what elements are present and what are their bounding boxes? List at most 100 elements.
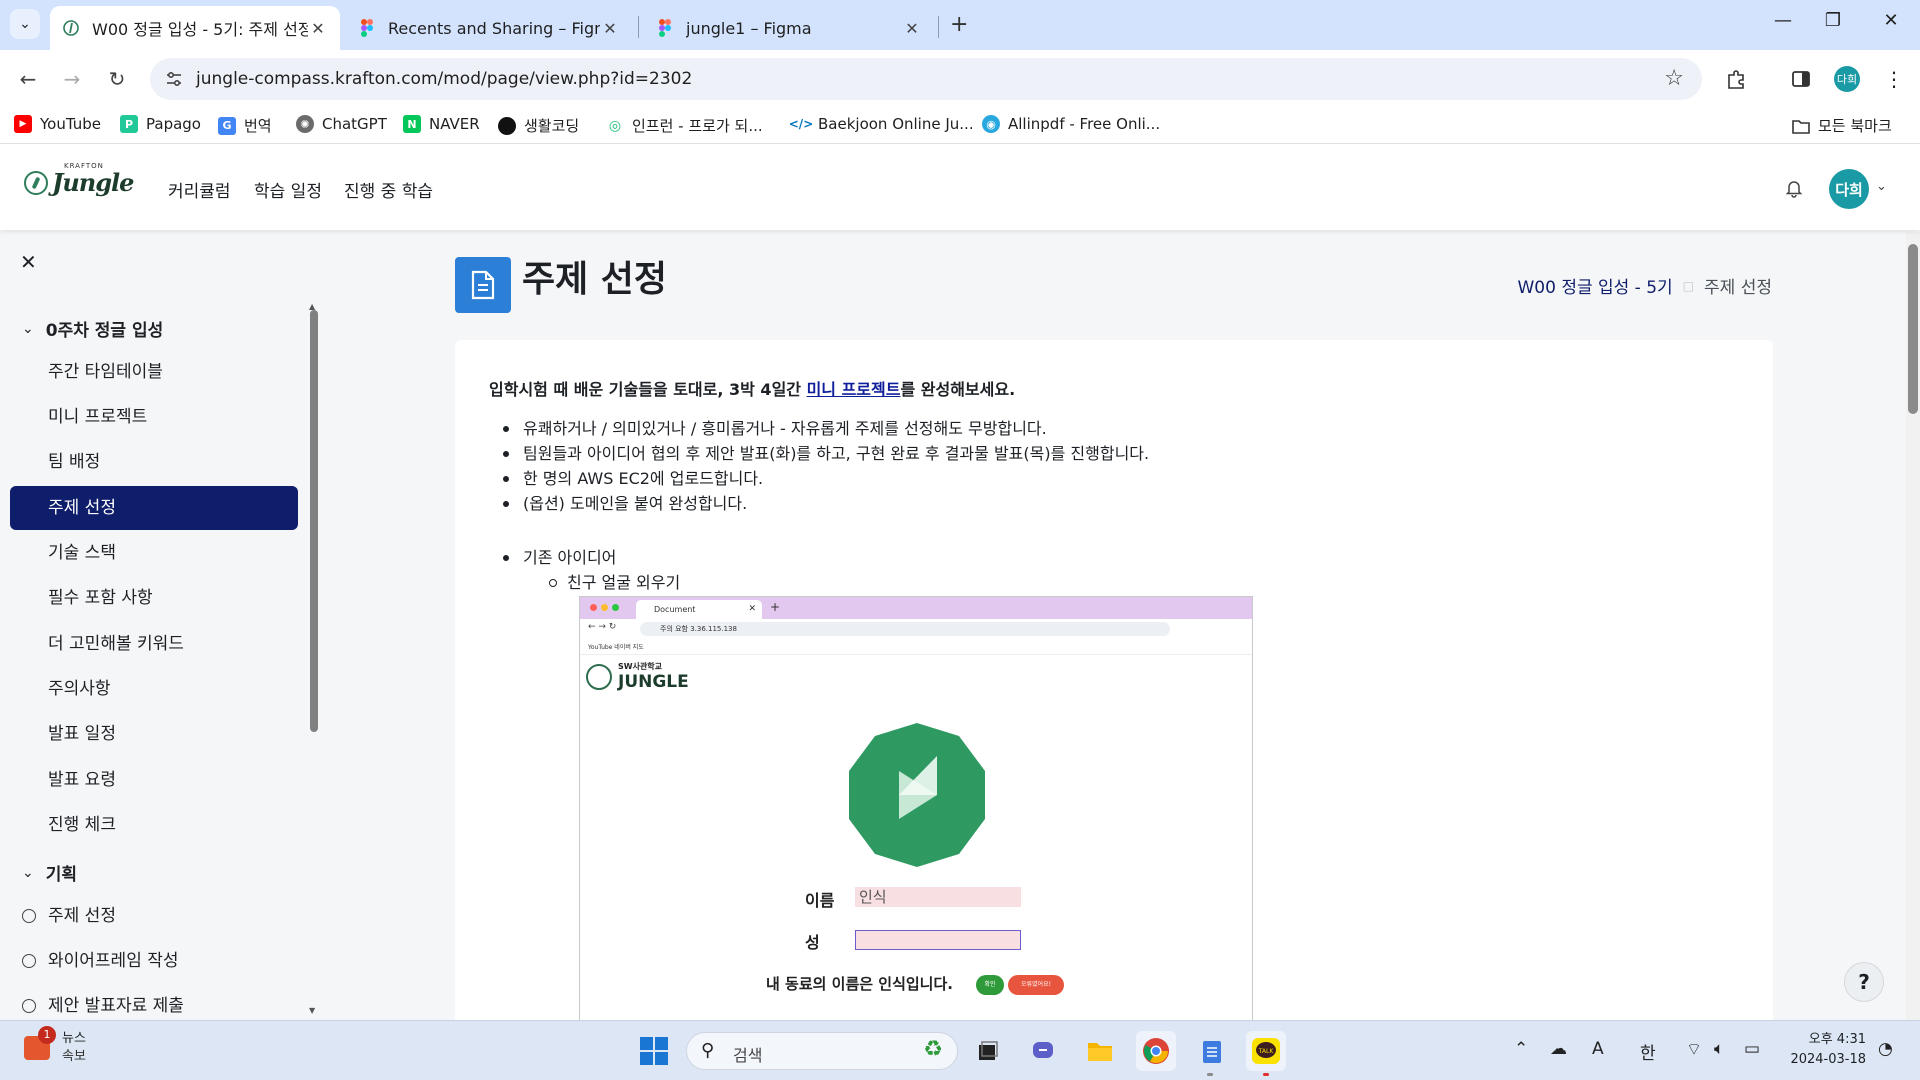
windows-start-button[interactable]: [634, 1031, 674, 1071]
allinpdf-icon: ◉: [982, 115, 1000, 133]
ime-indicator[interactable]: 한: [1640, 1039, 1656, 1064]
notepad-icon: [1203, 1041, 1221, 1063]
bookmark-allinpdf[interactable]: ◉ Allinpdf - Free Onli...: [982, 115, 1160, 133]
nav-in-progress[interactable]: 진행 중 학습: [344, 177, 433, 202]
screenshot-logo-top: SW사관학교: [618, 662, 663, 671]
screenshot-address: 주의 요함 3.36.115.138: [640, 622, 1170, 636]
nav-curriculum[interactable]: 커리큘럼: [168, 177, 231, 202]
teams-button[interactable]: [1024, 1031, 1064, 1071]
extensions-icon[interactable]: [1721, 64, 1751, 94]
plus-icon: +: [770, 600, 781, 614]
battery-icon[interactable]: ▭: [1744, 1039, 1760, 1059]
section-week0[interactable]: ⌄ 0주차 정글 입성: [22, 316, 164, 342]
bookmark-naver[interactable]: N NAVER: [403, 115, 480, 133]
sidebar-item-cautions[interactable]: 주의사항: [10, 667, 298, 711]
close-tab-icon[interactable]: ✕: [600, 19, 620, 38]
play-octagon-icon: [843, 721, 991, 869]
intro-after: 를 완성해보세요.: [900, 380, 1016, 399]
sidebar-item-label: 주제 선정: [48, 906, 116, 926]
chevron-down-icon: ⌄: [19, 16, 31, 32]
bookmark-chatgpt[interactable]: ✺ ChatGPT: [296, 115, 387, 133]
bookmark-star-icon[interactable]: ☆: [1664, 66, 1684, 91]
screenshot-label-last: 성: [805, 933, 820, 952]
screenshot-bookmarks-text: YouTube 네이버 지도: [588, 644, 644, 651]
all-bookmarks-button[interactable]: 모든 북마크: [1792, 115, 1892, 136]
sidebar-item-mini-project[interactable]: 미니 프로젝트: [10, 395, 298, 439]
notification-bell-icon[interactable]: [1784, 178, 1804, 198]
chevron-down-icon[interactable]: ⌄: [1876, 179, 1887, 194]
bookmark-inflearn[interactable]: ◎ 인프런 - 프로가 되...: [606, 115, 763, 136]
nav-schedule[interactable]: 학습 일정: [254, 177, 322, 202]
bookmark-papago[interactable]: P Papago: [120, 115, 201, 133]
pen-input-icon[interactable]: A: [1592, 1039, 1604, 1059]
sidebar-item-presentation-tips[interactable]: 발표 요령: [10, 758, 298, 802]
side-panel-icon[interactable]: [1786, 64, 1816, 94]
close-tab-icon[interactable]: ✕: [902, 19, 922, 38]
user-avatar[interactable]: 다희: [1829, 169, 1869, 209]
tray-overflow-icon[interactable]: ⌃: [1514, 1039, 1528, 1059]
sidebar-scrollbar-thumb[interactable]: [310, 310, 318, 732]
section-planning[interactable]: ⌄ 기획: [22, 860, 77, 886]
chrome-button[interactable]: [1136, 1031, 1176, 1071]
address-bar[interactable]: jungle-compass.krafton.com/mod/page/view…: [150, 58, 1702, 100]
wifi-icon[interactable]: ⌔: [1686, 1039, 1702, 1060]
minimize-icon[interactable]: —: [1768, 10, 1798, 31]
bookmark-opentutorials[interactable]: 생활코딩: [498, 115, 579, 136]
site-info-icon[interactable]: [164, 69, 184, 89]
section-title: 0주차 정글 입성: [45, 321, 164, 341]
notifications-icon[interactable]: ◔: [1878, 1039, 1893, 1059]
tab-search-button[interactable]: ⌄: [10, 9, 40, 39]
close-sidebar-icon[interactable]: ✕: [20, 250, 37, 274]
volume-icon[interactable]: 🔈︎: [1714, 1039, 1724, 1059]
screenshot-input-first: 인식: [855, 887, 1021, 907]
sidebar-item-tech-stack[interactable]: 기술 스택: [10, 531, 298, 575]
folder-icon: [1088, 1043, 1112, 1061]
scroll-down-arrow-icon[interactable]: ▼: [309, 1006, 315, 1015]
sidebar-item-plan-topic[interactable]: 주제 선정: [10, 894, 298, 938]
breadcrumb-parent-link[interactable]: W00 정글 입성 - 5기: [1517, 273, 1672, 298]
sidebar-item-proposal-submit[interactable]: 제안 발표자료 제출: [10, 984, 298, 1020]
site-logo[interactable]: KRAFTON Jungle: [24, 162, 134, 197]
screenshot-toolbar: ← → ↻ 주의 요함 3.36.115.138: [580, 619, 1252, 639]
sidebar-item-topic-selection[interactable]: 주제 선정: [10, 486, 298, 530]
list-item: (옵션) 도메인을 붙여 완성합니다.: [501, 491, 1149, 516]
tab-figma-recents[interactable]: Recents and Sharing – Figma ✕: [346, 6, 632, 50]
content-card: 입학시험 때 배운 기술들을 토대로, 3박 4일간 미니 프로젝트를 완성해보…: [455, 340, 1773, 1040]
restore-icon[interactable]: ❐: [1818, 10, 1848, 31]
forward-arrow-icon[interactable]: →: [57, 64, 87, 94]
breadcrumb: W00 정글 입성 - 5기 □ 주제 선정: [1517, 273, 1772, 298]
taskbar-search-box[interactable]: ⚲ 검색 ♻: [686, 1032, 958, 1070]
news-widget[interactable]: 1 뉴스 속보: [24, 1026, 86, 1066]
kakaotalk-button[interactable]: TALK: [1246, 1031, 1286, 1071]
back-arrow-icon[interactable]: ←: [13, 64, 43, 94]
tab-figma-jungle1[interactable]: jungle1 – Figma ✕: [644, 6, 934, 50]
sidebar-item-team-assignment[interactable]: 팀 배정: [10, 440, 298, 484]
notepad-button[interactable]: [1192, 1031, 1232, 1071]
task-view-button[interactable]: [968, 1031, 1008, 1071]
tab-title: W00 정글 입성 - 5기: 주제 선정: [92, 20, 308, 39]
help-button[interactable]: ?: [1844, 962, 1884, 1002]
sidebar-item-keywords[interactable]: 더 고민해볼 키워드: [10, 622, 298, 666]
breadcrumb-separator-icon: □: [1682, 278, 1695, 293]
page-scrollbar-thumb[interactable]: [1908, 244, 1918, 414]
reload-icon[interactable]: ↻: [102, 64, 132, 94]
profile-button[interactable]: 다희: [1832, 64, 1862, 94]
onedrive-icon[interactable]: ☁: [1550, 1039, 1567, 1059]
bookmark-baekjoon[interactable]: </> Baekjoon Online Ju...: [789, 115, 974, 133]
sidebar-item-requirements[interactable]: 필수 포함 사항: [10, 576, 298, 620]
sidebar-item-wireframe[interactable]: 와이어프레임 작성: [10, 939, 298, 983]
bookmark-youtube[interactable]: ▶ YouTube: [14, 115, 101, 133]
close-window-icon[interactable]: ✕: [1876, 10, 1906, 31]
mini-project-link[interactable]: 미니 프로젝트: [807, 380, 901, 399]
file-explorer-button[interactable]: [1080, 1031, 1120, 1071]
tab-active[interactable]: W00 정글 입성 - 5기: 주제 선정 ✕: [50, 6, 340, 50]
new-tab-button[interactable]: +: [950, 12, 968, 37]
close-tab-icon[interactable]: ✕: [308, 19, 328, 38]
bookmark-label: 인프런 - 프로가 되...: [632, 117, 763, 135]
more-menu-icon[interactable]: ⋮: [1879, 64, 1909, 94]
taskbar-clock[interactable]: 오후 4:31 2024-03-18: [1786, 1030, 1866, 1070]
sidebar-item-weekly-timetable[interactable]: 주간 타임테이블: [10, 350, 298, 394]
sidebar-item-progress-check[interactable]: 진행 체크: [10, 803, 298, 847]
bookmark-translate[interactable]: G 번역: [218, 115, 272, 136]
sidebar-item-presentation-schedule[interactable]: 발표 일정: [10, 712, 298, 756]
